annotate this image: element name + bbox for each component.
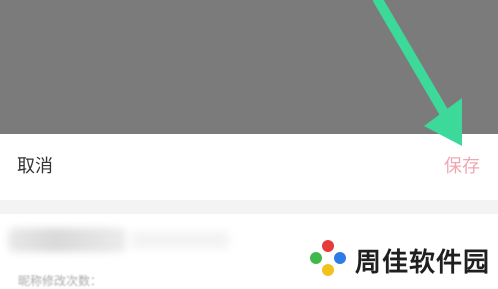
save-button[interactable]: 保存: [444, 154, 480, 180]
section-divider: [0, 200, 498, 214]
cancel-button[interactable]: 取消: [17, 154, 53, 180]
nickname-change-hint: 昵称修改次数：: [18, 274, 103, 288]
edit-action-bar: 取消 保存: [0, 134, 498, 200]
watermark-logo-icon: [310, 240, 346, 276]
watermark-text: 周佳软件园: [355, 248, 491, 278]
nickname-field-blurred-tail: [130, 232, 230, 248]
dim-overlay[interactable]: [0, 0, 498, 134]
nickname-field-blurred[interactable]: [8, 228, 126, 252]
